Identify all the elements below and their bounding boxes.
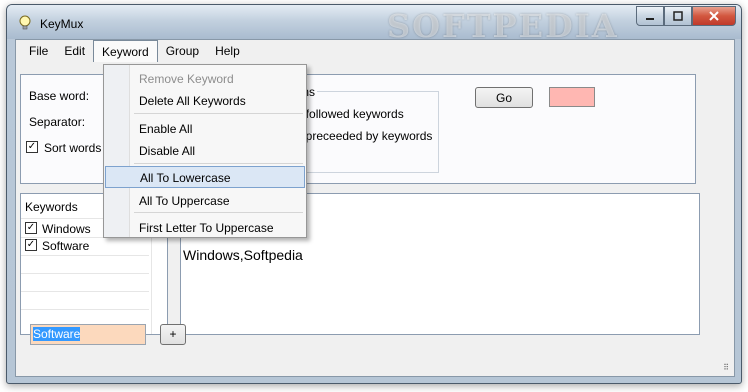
keyword-label-software[interactable]: Software	[42, 239, 89, 253]
keyword-menu-dropdown: Remove Keyword Delete All Keywords Enabl…	[103, 64, 307, 238]
output-text: Windows,Softpedia	[183, 247, 303, 263]
divider	[21, 273, 149, 274]
resize-grip[interactable]: ⠿	[723, 364, 729, 372]
all-to-lowercase-item[interactable]: All To Lowercase	[105, 166, 305, 188]
close-icon	[709, 11, 719, 21]
all-to-uppercase-item[interactable]: All To Uppercase	[105, 189, 305, 211]
window-title: KeyMux	[40, 17, 84, 31]
add-keyword-button[interactable]: +	[160, 324, 186, 345]
divider	[21, 291, 149, 292]
keyword-checkbox-windows[interactable]: ✓	[25, 222, 37, 234]
menu-file[interactable]: File	[21, 40, 56, 62]
lightbulb-icon	[19, 15, 31, 30]
maximize-button[interactable]	[664, 6, 692, 26]
menu-separator	[134, 212, 303, 213]
disable-all-item[interactable]: Disable All	[105, 139, 305, 161]
maximize-icon	[673, 11, 683, 21]
keyword-checkbox-software[interactable]: ✓	[25, 239, 37, 251]
keyword-input[interactable]: Software	[30, 324, 146, 345]
first-letter-uppercase-item[interactable]: First Letter To Uppercase	[105, 216, 305, 238]
remove-keyword-item[interactable]: Remove Keyword	[105, 67, 305, 89]
menu-help[interactable]: Help	[207, 40, 248, 62]
keywords-title: Keywords	[25, 200, 78, 214]
sort-words-label: Sort words	[44, 141, 102, 155]
menu-keyword[interactable]: Keyword	[93, 40, 158, 62]
divider	[21, 309, 149, 310]
menu-edit[interactable]: Edit	[56, 40, 93, 62]
keyword-input-value: Software	[33, 327, 81, 341]
separator-label: Separator:	[29, 115, 86, 129]
minimize-button[interactable]	[636, 6, 664, 26]
menu-bar: File Edit Keyword Group Help	[16, 40, 734, 62]
keyword-label-windows[interactable]: Windows	[42, 222, 91, 236]
menu-group[interactable]: Group	[158, 40, 207, 62]
delete-all-keywords-item[interactable]: Delete All Keywords	[105, 89, 305, 111]
go-button[interactable]: Go	[475, 87, 533, 108]
base-word-label: Base word:	[29, 89, 90, 103]
enable-all-item[interactable]: Enable All	[105, 117, 305, 139]
color-swatch-button[interactable]	[549, 87, 595, 107]
menu-separator	[134, 113, 303, 114]
sort-words-checkbox[interactable]: ✓	[26, 141, 38, 153]
title-bar[interactable]: KeyMux SOFTPEDIA	[7, 5, 741, 45]
divider	[21, 255, 149, 256]
close-button[interactable]	[692, 6, 736, 26]
minimize-icon	[646, 18, 654, 20]
menu-separator	[134, 163, 303, 164]
